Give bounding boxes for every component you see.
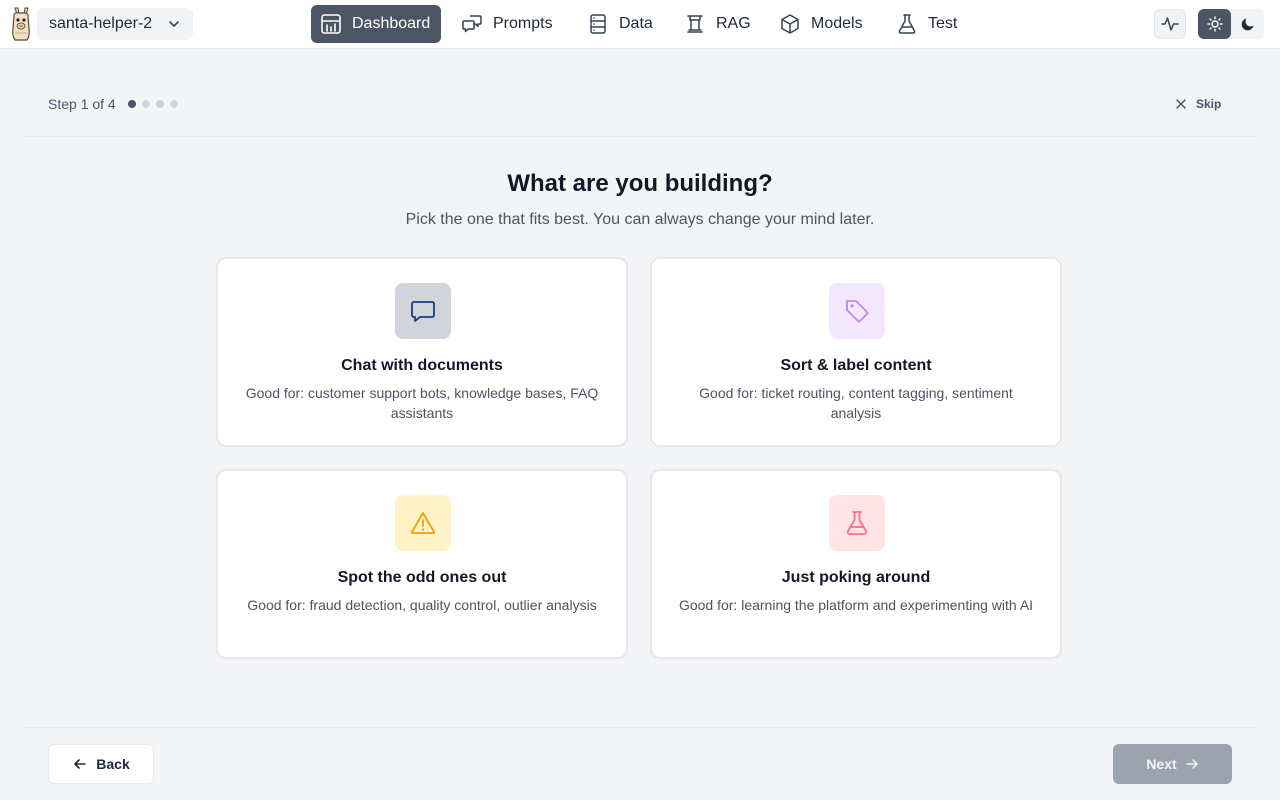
nav-label: RAG <box>716 15 751 32</box>
step-dot <box>170 100 178 108</box>
option-card-spot-odd-ones-out[interactable]: Spot the odd ones out Good for: fraud de… <box>216 469 628 659</box>
option-card-sort-and-label[interactable]: Sort & label content Good for: ticket ro… <box>650 257 1062 447</box>
skip-button[interactable]: Skip <box>1174 95 1221 113</box>
step-dot <box>142 100 150 108</box>
dashboard-icon <box>321 14 341 34</box>
option-description: Good for: ticket routing, content taggin… <box>699 385 1013 421</box>
nav-label: Test <box>928 15 958 32</box>
arrow-left-icon <box>74 759 87 769</box>
light-theme-button[interactable] <box>1198 9 1231 39</box>
project-selector[interactable]: santa-helper-2 <box>37 8 193 40</box>
flask-icon <box>898 14 916 34</box>
flask-icon <box>846 511 868 535</box>
skip-label: Skip <box>1196 97 1222 111</box>
option-icon-box <box>395 283 451 339</box>
page-subtitle: Pick the one that fits best. You can alw… <box>405 211 875 228</box>
activity-button[interactable] <box>1154 9 1186 39</box>
nav-label: Models <box>811 15 863 32</box>
nav-item-rag[interactable]: RAG <box>684 5 751 43</box>
rag-tower-icon <box>687 15 703 33</box>
option-icon-box <box>395 495 451 551</box>
divider <box>24 136 1256 137</box>
nav-item-prompts[interactable]: Prompts <box>461 5 561 43</box>
sun-icon <box>1206 16 1223 32</box>
nav-item-data[interactable]: Data <box>587 5 657 43</box>
next-label: Next <box>1146 756 1177 772</box>
step-dot <box>156 100 164 108</box>
chevron-down-icon <box>169 21 179 27</box>
nav-label: Data <box>619 15 653 32</box>
chat-bubbles-icon <box>462 15 482 33</box>
step-dot <box>128 100 136 108</box>
nav-label: Dashboard <box>352 15 431 32</box>
option-title: Just poking around <box>781 569 931 586</box>
option-icon-box <box>829 495 885 551</box>
back-button[interactable]: Back <box>48 744 154 784</box>
option-description: Good for: learning the platform and expe… <box>678 597 1034 613</box>
option-title: Sort & label content <box>780 357 932 374</box>
llama-logo-icon[interactable] <box>8 6 34 42</box>
back-label: Back <box>96 756 130 772</box>
option-description: Good for: fraud detection, quality contr… <box>247 597 597 613</box>
database-icon <box>590 14 606 34</box>
warning-icon <box>410 512 436 534</box>
chat-icon <box>411 301 435 322</box>
nav-item-dashboard[interactable]: Dashboard <box>311 5 441 43</box>
nav-label: Prompts <box>493 15 553 32</box>
close-icon <box>1176 99 1186 109</box>
next-button[interactable]: Next <box>1113 744 1232 784</box>
arrow-right-icon <box>1185 759 1198 769</box>
theme-toggle <box>1198 9 1264 39</box>
moon-icon <box>1241 18 1253 31</box>
nav-item-test[interactable]: Test <box>896 5 962 43</box>
tag-icon <box>846 300 869 323</box>
project-name: santa-helper-2 <box>49 15 153 32</box>
top-navigation-bar: santa-helper-2 Dashboard Prompts Data RA… <box>0 0 1280 49</box>
option-title: Spot the odd ones out <box>337 569 507 586</box>
divider <box>24 727 1256 728</box>
activity-icon <box>1161 17 1179 31</box>
option-icon-box <box>829 283 885 339</box>
nav-item-models[interactable]: Models <box>779 5 869 43</box>
dark-theme-button[interactable] <box>1231 9 1264 39</box>
page-title: What are you building? <box>507 170 773 197</box>
option-description: Good for: customer support bots, knowled… <box>245 385 599 421</box>
option-card-just-poking-around[interactable]: Just poking around Good for: learning th… <box>650 469 1062 659</box>
cube-icon <box>781 14 799 34</box>
option-card-chat-with-documents[interactable]: Chat with documents Good for: customer s… <box>216 257 628 447</box>
option-title: Chat with documents <box>341 357 503 374</box>
step-indicator: Step 1 of 4 <box>48 96 116 112</box>
